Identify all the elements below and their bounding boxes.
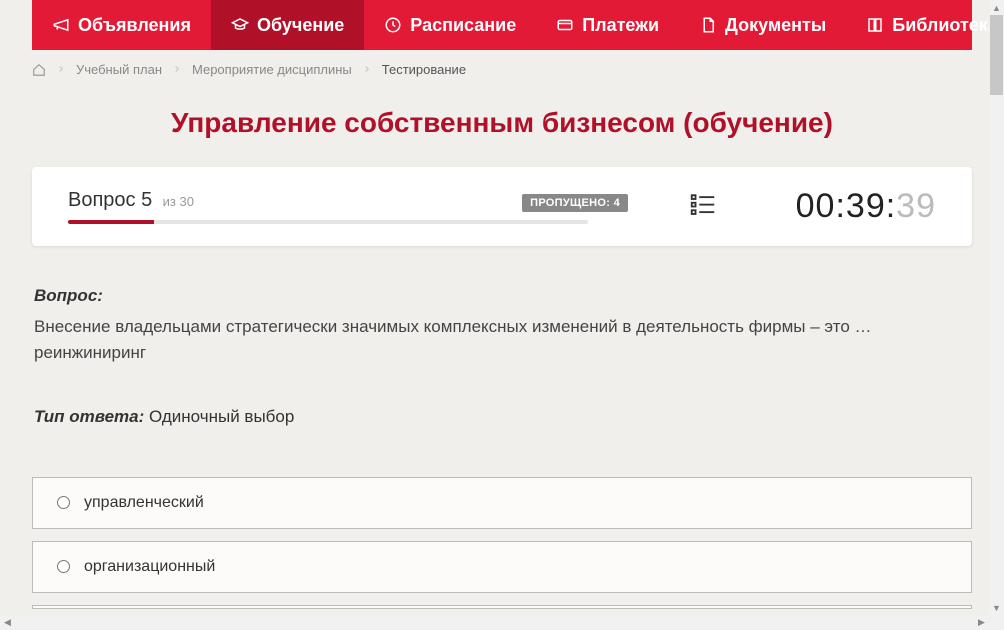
scroll-down-arrow-icon[interactable]: ▼ xyxy=(989,600,1004,615)
timer: 00:39:39 xyxy=(796,187,936,226)
option-item-partial xyxy=(32,605,972,609)
nav-label: Обучение xyxy=(257,15,344,36)
breadcrumb: Учебный план Мероприятие дисциплины Тест… xyxy=(32,50,972,89)
nav-schedule[interactable]: Расписание xyxy=(364,0,536,50)
scroll-thumb[interactable] xyxy=(990,15,1003,95)
page-title: Управление собственным бизнесом (обучени… xyxy=(32,107,972,139)
skipped-badge: ПРОПУЩЕНО: 4 xyxy=(522,194,628,212)
card-icon xyxy=(556,16,574,34)
option-item[interactable]: организационный xyxy=(32,541,972,593)
nav-documents[interactable]: Документы xyxy=(679,0,846,50)
breadcrumb-link[interactable]: Мероприятие дисциплины xyxy=(192,62,352,77)
nav-payments[interactable]: Платежи xyxy=(536,0,679,50)
option-item[interactable]: управленческий xyxy=(32,477,972,529)
horizontal-scrollbar[interactable]: ◀ ▶ xyxy=(0,615,989,630)
status-panel: Вопрос 5 из 30 ПРОПУЩЕНО: 4 00:39:39 xyxy=(32,167,972,246)
breadcrumb-current: Тестирование xyxy=(382,62,466,77)
timer-main: 00:39: xyxy=(796,187,897,225)
home-icon[interactable] xyxy=(32,63,46,77)
question-list-icon[interactable] xyxy=(688,189,718,224)
clock-icon xyxy=(384,16,402,34)
scroll-left-arrow-icon[interactable]: ◀ xyxy=(0,615,15,630)
nav-announcements[interactable]: Объявления xyxy=(32,0,211,50)
megaphone-icon xyxy=(52,16,70,34)
main-nav: Объявления Обучение Расписание Платежи Д… xyxy=(32,0,972,50)
timer-ms: 39 xyxy=(896,187,936,225)
nav-library[interactable]: Библиотека xyxy=(846,0,1004,50)
chevron-right-icon xyxy=(362,62,372,77)
option-radio[interactable] xyxy=(57,560,70,573)
vertical-scrollbar[interactable]: ▲ ▼ xyxy=(989,0,1004,615)
question-heading: Вопрос: xyxy=(34,286,970,306)
graduation-icon xyxy=(231,16,249,34)
book-icon xyxy=(866,16,884,34)
answer-type-label: Тип ответа: xyxy=(34,407,144,426)
option-label: управленческий xyxy=(84,494,204,512)
progress-fill xyxy=(68,220,154,224)
nav-education[interactable]: Обучение xyxy=(211,0,364,50)
document-icon xyxy=(699,16,717,34)
nav-label: Библиотека xyxy=(892,15,998,36)
nav-label: Платежи xyxy=(582,15,659,36)
breadcrumb-link[interactable]: Учебный план xyxy=(76,62,162,77)
nav-label: Документы xyxy=(725,15,826,36)
option-radio[interactable] xyxy=(57,496,70,509)
answer-type-value: Одиночный выбор xyxy=(149,407,294,426)
chevron-right-icon xyxy=(172,62,182,77)
question-text: Внесение владельцами стратегически значи… xyxy=(34,314,970,367)
options-list: управленческий организационный xyxy=(32,477,972,609)
option-label: организационный xyxy=(84,558,215,576)
question-total: из 30 xyxy=(163,194,194,209)
nav-label: Объявления xyxy=(78,15,191,36)
scroll-right-arrow-icon[interactable]: ▶ xyxy=(974,615,989,630)
progress-bar xyxy=(68,220,588,224)
question-number: Вопрос 5 xyxy=(68,189,152,211)
chevron-right-icon xyxy=(56,62,66,77)
question-body: Вопрос: Внесение владельцами стратегичес… xyxy=(32,286,972,427)
scroll-corner xyxy=(989,615,1004,630)
scroll-up-arrow-icon[interactable]: ▲ xyxy=(989,0,1004,15)
nav-label: Расписание xyxy=(410,15,516,36)
